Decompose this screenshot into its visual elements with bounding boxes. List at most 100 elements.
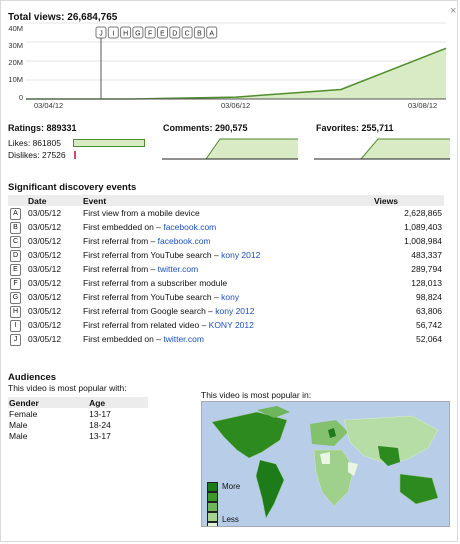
- event-link[interactable]: kony 2012: [215, 306, 254, 316]
- event-text: First referral from YouTube search –: [83, 250, 222, 260]
- event-date: 03/05/12: [28, 292, 62, 302]
- event-text: First referral from a subscriber module: [83, 278, 228, 288]
- comments-sparkline: [162, 138, 298, 160]
- event-badge: E: [10, 263, 21, 276]
- discovery-title: Significant discovery events: [8, 182, 137, 193]
- gender-cell: Male: [9, 430, 28, 441]
- event-link[interactable]: twitter.com: [163, 334, 204, 344]
- event-views: 52,064: [416, 334, 442, 344]
- comments-title: Comments: 290,575: [163, 123, 248, 133]
- audience-header: Gender Age: [8, 397, 148, 408]
- event-link[interactable]: facebook.com: [158, 236, 211, 246]
- event-marker-label: B: [197, 31, 202, 38]
- event-marker-label: G: [135, 31, 140, 38]
- event-text: First embedded on –: [83, 222, 164, 232]
- header-date: Date: [26, 195, 81, 206]
- event-badge: B: [10, 221, 21, 234]
- event-marker-h[interactable]: H: [120, 26, 132, 39]
- badge-col: [8, 195, 26, 206]
- dislikes-bar: [74, 151, 76, 159]
- age-cell: 13-17: [89, 430, 111, 441]
- event-link[interactable]: facebook.com: [163, 222, 216, 232]
- event-date: 03/05/12: [28, 278, 62, 288]
- event-text: First referral from Google search –: [83, 306, 216, 316]
- legend-swatch: [207, 492, 218, 502]
- event-views: 483,337: [411, 250, 442, 260]
- event-marker-label: F: [148, 31, 152, 38]
- table-row: H 03/05/12 First referral from Google sear…: [8, 304, 444, 318]
- y-tick-40m: 40M: [8, 24, 23, 33]
- event-marker-e[interactable]: E: [157, 26, 168, 39]
- event-cell: First embedded on – twitter.com: [81, 332, 372, 346]
- table-row: F 03/05/12 First referral from a subscribe…: [8, 276, 444, 290]
- event-views: 289,794: [411, 264, 442, 274]
- event-badge: I: [10, 319, 21, 332]
- event-cell: First referral from YouTube search – kon…: [81, 248, 372, 262]
- stats-panel: × Total views: 26,684,765 40M 30M 20M 10…: [0, 0, 458, 542]
- gender-cell: Female: [9, 408, 38, 419]
- y-tick-30m: 30M: [8, 41, 23, 50]
- close-icon[interactable]: ×: [450, 5, 456, 17]
- header-event: Event: [81, 195, 372, 206]
- event-views: 1,008,984: [404, 236, 442, 246]
- event-cell: First referral from – twitter.com: [81, 262, 372, 276]
- event-link[interactable]: KONY 2012: [209, 320, 254, 330]
- dislikes-label: Dislikes: 27526: [8, 150, 66, 160]
- event-link[interactable]: twitter.com: [158, 264, 199, 274]
- event-views: 56,742: [416, 320, 442, 330]
- event-cell: First referral from a subscriber module: [81, 276, 372, 290]
- favorites-sparkline: [314, 138, 450, 160]
- world-map: More Less: [201, 401, 450, 527]
- audience-row: Female 13-17: [8, 408, 148, 419]
- event-marker-c[interactable]: C: [181, 26, 193, 39]
- event-marker-label: I: [112, 31, 114, 38]
- event-cell: First embedded on – facebook.com: [81, 220, 372, 234]
- event-badge: F: [10, 277, 21, 290]
- event-marker-label: H: [123, 31, 128, 38]
- event-link[interactable]: kony: [221, 292, 239, 302]
- table-row: G 03/05/12 First referral from YouTube sea…: [8, 290, 444, 304]
- event-badge: G: [10, 291, 21, 304]
- table-header: Date Event Views: [8, 195, 444, 206]
- discovery-table: Date Event Views A 03/05/12 First view fro…: [8, 195, 444, 346]
- age-cell: 18-24: [89, 419, 111, 430]
- event-marker-d[interactable]: D: [169, 26, 181, 39]
- audience-row: Male 13-17: [8, 430, 148, 441]
- event-marker-a[interactable]: A: [206, 26, 218, 39]
- event-text: First referral from –: [83, 236, 158, 246]
- table-row: C 03/05/12 First referral from – facebook.…: [8, 234, 444, 248]
- event-marker-b[interactable]: B: [193, 26, 205, 39]
- event-badge: D: [10, 249, 21, 262]
- event-date: 03/05/12: [28, 334, 62, 344]
- event-marker-f[interactable]: F: [144, 26, 156, 39]
- header-views: Views: [372, 195, 444, 206]
- event-date: 03/05/12: [28, 264, 62, 274]
- event-marker-j[interactable]: J: [95, 26, 107, 39]
- event-text: First referral from related video –: [83, 320, 209, 330]
- legend-less: Less: [222, 515, 239, 524]
- event-views: 63,806: [416, 306, 442, 316]
- event-badge: H: [10, 305, 21, 318]
- event-cell: First referral from – facebook.com: [81, 234, 372, 248]
- gender-header: Gender: [8, 397, 89, 408]
- event-badge: J: [10, 333, 21, 346]
- audience-row: Male 18-24: [8, 419, 148, 430]
- event-cell: First referral from Google search – kony…: [81, 304, 372, 318]
- event-marker-i[interactable]: I: [107, 26, 119, 39]
- x-tick-0304: 03/04/12: [34, 101, 64, 110]
- map-legend: More Less: [207, 482, 240, 526]
- table-row: J 03/05/12 First embedded on – twitter.com…: [8, 332, 444, 346]
- event-cell: First view from a mobile device: [81, 206, 372, 220]
- event-marker-g[interactable]: G: [132, 26, 144, 39]
- event-link[interactable]: kony 2012: [221, 250, 260, 260]
- event-views: 128,013: [411, 278, 442, 288]
- x-tick-0306: 03/06/12: [221, 101, 251, 110]
- ratings-title: Ratings: 889331: [8, 123, 77, 133]
- audiences-title: Audiences: [8, 372, 57, 383]
- event-views: 2,628,865: [404, 208, 442, 218]
- event-date: 03/05/12: [28, 208, 62, 218]
- event-text: First referral from –: [83, 264, 158, 274]
- table-row: D 03/05/12 First referral from YouTube sea…: [8, 248, 444, 262]
- event-cell: First referral from related video – KONY…: [81, 318, 372, 332]
- event-marker-label: J: [99, 31, 103, 38]
